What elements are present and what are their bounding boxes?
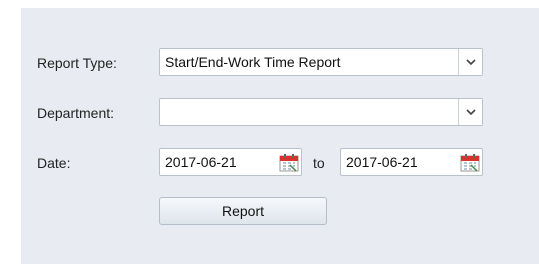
date-from-value: 2017-06-21 xyxy=(165,154,237,170)
report-type-label: Report Type: xyxy=(37,55,117,71)
date-from-field[interactable]: 2017-06-21 xyxy=(159,148,302,176)
report-type-select[interactable]: Start/End-Work Time Report xyxy=(159,48,483,76)
date-to-value: 2017-06-21 xyxy=(346,154,418,170)
report-type-value: Start/End-Work Time Report xyxy=(165,54,341,70)
calendar-icon[interactable] xyxy=(279,153,299,172)
department-select[interactable] xyxy=(159,98,483,126)
date-to-field[interactable]: 2017-06-21 xyxy=(340,148,483,176)
calendar-icon[interactable] xyxy=(460,153,480,172)
department-dropdown-button[interactable] xyxy=(458,99,482,125)
report-button[interactable]: Report xyxy=(159,197,327,225)
department-label: Department: xyxy=(37,105,115,121)
date-to-label: to xyxy=(313,155,325,171)
report-type-dropdown-button[interactable] xyxy=(458,49,482,75)
chevron-down-icon xyxy=(466,59,476,66)
date-label: Date: xyxy=(37,155,71,171)
report-panel xyxy=(21,8,539,264)
chevron-down-icon xyxy=(466,109,476,116)
